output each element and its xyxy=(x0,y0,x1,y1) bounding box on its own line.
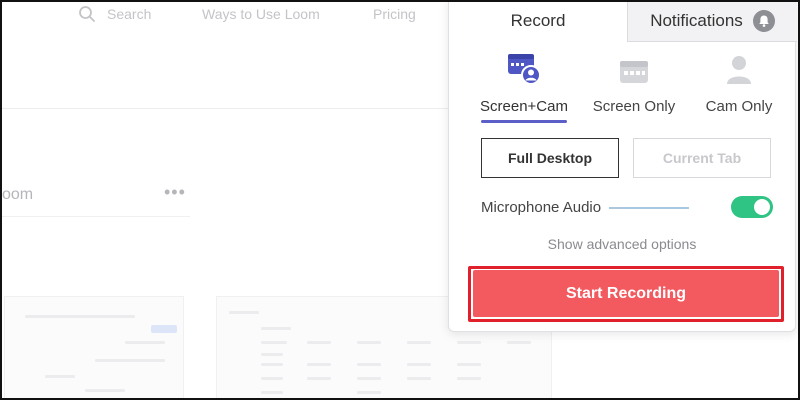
mode-cam-only[interactable]: Cam Only xyxy=(699,54,779,124)
tab-notifications-label: Notifications xyxy=(650,10,743,30)
mode-screen-only-label: Screen Only xyxy=(592,98,676,115)
start-recording-button[interactable]: Start Recording xyxy=(473,270,779,317)
screen-icon xyxy=(619,59,649,90)
current-tab-button[interactable]: Current Tab xyxy=(633,138,771,178)
nav-pricing-link[interactable]: Pricing xyxy=(373,6,416,22)
nav-ways-link[interactable]: Ways to Use Loom xyxy=(202,6,320,22)
toggle-knob xyxy=(754,199,770,215)
tab-notifications[interactable]: Notifications xyxy=(627,0,797,42)
selected-mode-indicator xyxy=(481,120,567,123)
recorder-popup: Record Notifications Screen+Cam Screen O… xyxy=(448,0,797,332)
microphone-toggle[interactable] xyxy=(731,196,773,218)
background-title-underline xyxy=(0,216,190,217)
show-advanced-options-link[interactable]: Show advanced options xyxy=(449,236,795,252)
mode-screen-cam[interactable]: Screen+Cam xyxy=(479,54,569,124)
microphone-level-meter xyxy=(609,207,689,209)
background-divider xyxy=(0,108,450,109)
microphone-row: Microphone Audio xyxy=(481,196,773,220)
background-title-fragment: oom xyxy=(2,186,34,203)
screen-cam-icon xyxy=(507,51,541,90)
mode-cam-only-label: Cam Only xyxy=(705,98,773,115)
nav-search-link[interactable]: Search xyxy=(107,6,151,22)
bell-icon xyxy=(752,9,775,32)
microphone-label: Microphone Audio xyxy=(481,199,602,216)
video-thumbnail[interactable] xyxy=(4,296,184,400)
more-options-icon[interactable]: ••• xyxy=(164,182,186,203)
search-icon[interactable] xyxy=(78,5,96,23)
tab-record-label: Record xyxy=(510,11,566,30)
popup-tabs: Record Notifications xyxy=(449,0,797,42)
mode-screen-cam-label: Screen+Cam xyxy=(480,98,568,115)
recording-mode-selector: Screen+Cam Screen Only Cam Only xyxy=(449,54,795,124)
mode-screen-only[interactable]: Screen Only xyxy=(589,54,679,124)
tab-record[interactable]: Record xyxy=(449,0,627,42)
person-icon xyxy=(725,55,753,90)
full-desktop-button[interactable]: Full Desktop xyxy=(481,138,619,178)
